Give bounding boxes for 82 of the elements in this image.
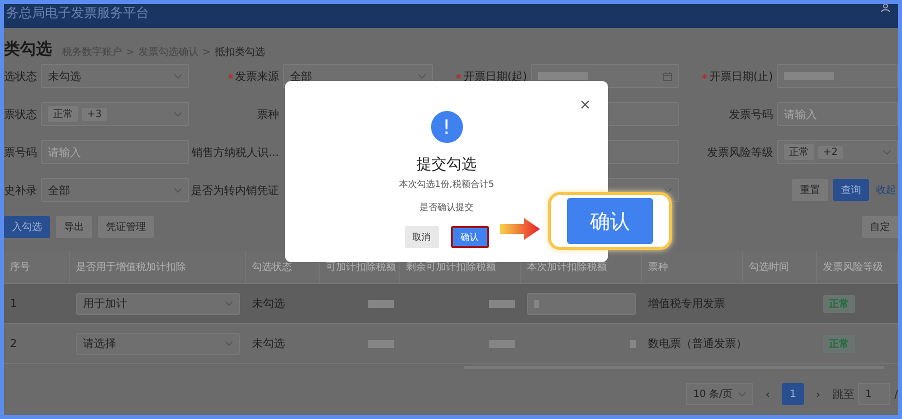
chevron-down-icon [225,301,233,306]
column-header: 发票风险等级 [817,251,898,283]
chevron-down-icon [174,188,182,192]
action-button[interactable]: 导出 [56,216,92,238]
dialog-button[interactable]: 取消 [404,226,438,248]
column-header: 序号 [4,251,70,283]
status-tag: 正常 [823,294,855,312]
select-field[interactable]: 未勾选 [41,64,189,88]
tag: 正常 [48,106,78,122]
table-cell-text: 数电票（普通发票） [647,336,743,352]
table-cell-text: 2 [9,336,18,352]
breadcrumb-link[interactable]: 抵扣类勾选 [214,46,265,58]
close-icon[interactable]: × [579,97,591,113]
field-label: 销售方纳税人识... [193,144,279,160]
dialog-message: 本次勾选1份,税额合计5 [398,178,494,191]
page-input[interactable]: 1 [858,383,890,405]
blurred-value [368,340,394,348]
table-cell-text: 1 [9,296,18,312]
table-cell-text: 未勾选 [251,336,286,352]
date-field[interactable] [777,64,898,88]
jump-label: 跳至 [832,386,854,402]
prev-page-button[interactable]: ‹ [765,388,770,400]
page-title: 类勾选 [4,38,52,60]
chevron-down-icon [418,74,426,78]
chevron-down-icon [174,74,182,78]
total-pages: / [894,388,898,400]
blurred-value [489,300,515,308]
alert-icon: ! [430,111,462,143]
tag: +2 [818,146,843,158]
next-page-button[interactable]: › [816,388,820,400]
status-tag: 正常 [823,334,855,352]
filter-button[interactable]: 重置 [792,179,828,201]
action-button[interactable]: 入勾选 [4,216,50,238]
blurred-value [368,300,394,308]
site-title: 务总局电子发票服务平台 [6,5,149,22]
tag: 正常 [784,144,814,160]
table-cell-text: 未勾选 [251,296,286,312]
chevron-down-icon [664,188,672,192]
field-label: 发票号码 [728,106,773,122]
field-label: 票种 [256,106,279,122]
chevron-down-icon [225,341,233,346]
collapse-link[interactable]: 收起 [874,179,898,201]
confirm-button[interactable]: 确认 [567,198,653,244]
action-button[interactable]: 凭证管理 [98,216,154,238]
chevron-down-icon [174,112,182,116]
select-field[interactable]: 全部 [41,178,189,202]
dialog-title: 提交勾选 [416,155,476,174]
field-label: 是否为转内销凭证 [193,182,279,198]
select-field[interactable]: 请选择 [76,332,240,354]
dialog-question: 是否确认提交 [420,202,474,214]
tag: +3 [82,108,107,120]
chevron-down-icon [883,150,891,154]
breadcrumb-separator: > [126,46,134,58]
select-field[interactable]: 用于加计 [76,292,240,314]
field-label: 发票风险等级 [706,144,773,160]
input-field[interactable] [527,292,636,314]
dialog-button[interactable]: 确认 [450,226,488,248]
filter-button[interactable]: 查询 [833,179,869,201]
tag-select-field[interactable]: 正常 +2 [777,140,898,164]
customize-button[interactable]: 自定 [862,216,898,238]
field-label: 发票来源 [193,64,279,88]
tag-select-field[interactable]: 正常 +3 [41,102,189,126]
blurred-value [489,340,515,348]
page-size-select[interactable]: 10 条/页 [686,383,754,405]
field-label: 票状态 [4,106,37,122]
table-cell-text: 增值税专用发票 [647,296,726,312]
page-button[interactable]: 1 [782,383,804,405]
input-field[interactable]: 请输入 [41,140,189,164]
field-label: 票号码 [4,144,37,160]
column-header: 票种 [642,251,743,283]
column-header: 是否用于增值税加计扣除 [70,251,246,283]
user-icon [881,4,890,12]
chevron-down-icon [738,392,746,396]
blurred-value [538,72,588,80]
arrow-icon [500,218,540,240]
field-label: 开票日期(止) [683,64,773,88]
column-header: 勾选时间 [743,251,817,283]
field-label: 史补录 [4,182,37,198]
calendar-icon [663,72,672,80]
breadcrumb-separator: > [202,46,211,58]
input-field[interactable]: 请输入 [777,102,898,126]
field-label: 选状态 [4,68,37,84]
